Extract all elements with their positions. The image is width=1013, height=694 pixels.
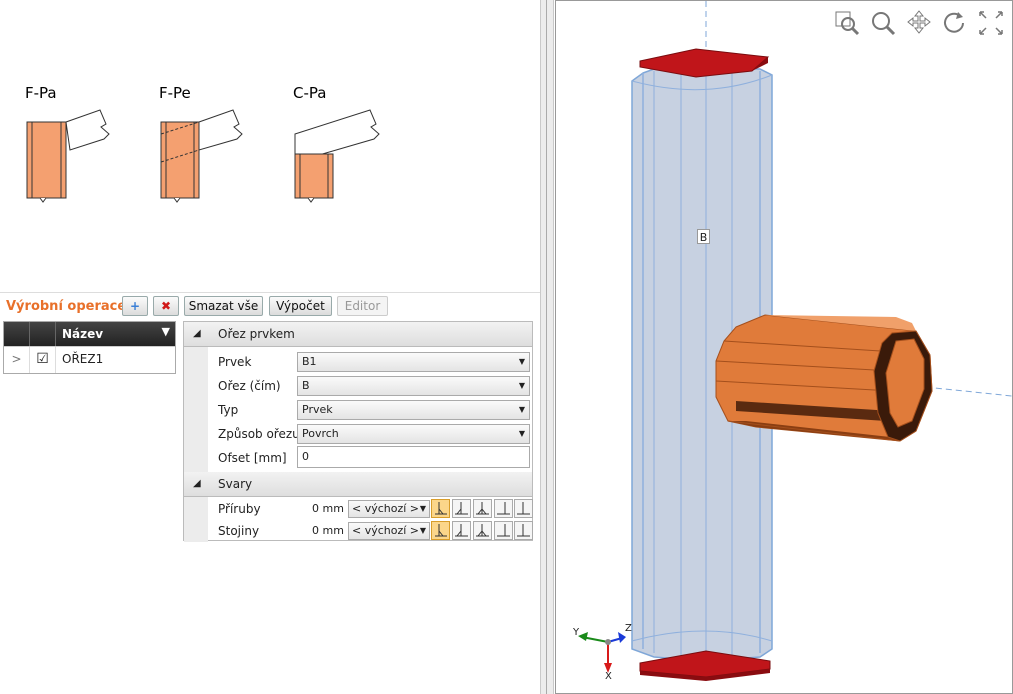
weld-plain-icon[interactable] xyxy=(514,521,533,540)
row-name[interactable]: OŘEZ1 xyxy=(56,347,175,373)
chevron-down-icon: ▼ xyxy=(518,405,525,414)
flange-weld-type-select[interactable]: < výchozí > ▼ xyxy=(348,500,430,518)
weld-double-fillet-icon[interactable] xyxy=(473,521,492,540)
weld-plain-icon[interactable] xyxy=(514,499,533,518)
weld-fillet-right-icon[interactable] xyxy=(452,499,471,518)
rotate-icon[interactable] xyxy=(941,9,969,37)
row-checkbox[interactable]: ☑ xyxy=(30,347,56,373)
collapse-icon[interactable]: ◢ xyxy=(193,478,201,489)
axis-label-y: Y xyxy=(573,627,580,638)
pan-icon[interactable] xyxy=(905,9,933,37)
weld-fillet-icon[interactable] xyxy=(431,499,450,518)
member-label: B xyxy=(697,229,710,244)
prop-label-cut-by: Ořez (čím) xyxy=(218,379,281,393)
beam-member[interactable] xyxy=(715,314,933,442)
chevron-down-icon: ▼ xyxy=(518,429,525,438)
axis-gizmo xyxy=(578,632,626,673)
grid-header: Název ▼ xyxy=(4,322,175,346)
axis-label-x: X xyxy=(605,671,612,682)
flange-weld-size[interactable]: 0 mm xyxy=(312,502,344,515)
prop-label-webs: Stojiny xyxy=(218,524,260,538)
cut-method-select[interactable]: Povrch ▼ xyxy=(297,424,530,444)
table-row[interactable]: > ☑ OŘEZ1 xyxy=(4,346,175,373)
column-header-name[interactable]: Název ▼ xyxy=(56,322,175,346)
remove-operation-button[interactable]: ✖ xyxy=(153,296,179,316)
zoom-extents-icon[interactable] xyxy=(977,9,1005,37)
web-weld-type-select[interactable]: < výchozí > ▼ xyxy=(348,522,430,540)
operations-grid: Název ▼ > ☑ OŘEZ1 xyxy=(3,321,176,374)
web-weld-size[interactable]: 0 mm xyxy=(312,524,344,537)
weld-butt-icon[interactable] xyxy=(494,521,513,540)
weld-fillet-icon[interactable] xyxy=(431,521,450,540)
zoom-window-icon[interactable] xyxy=(833,9,861,37)
3d-scene xyxy=(578,1,1012,681)
prop-label-member: Prvek xyxy=(218,355,252,369)
chevron-down-icon: ▼ xyxy=(518,357,525,366)
category-welds[interactable]: ◢ Svary xyxy=(184,472,532,497)
offset-input[interactable]: 0 xyxy=(297,446,530,468)
sketch-drawings xyxy=(26,109,380,203)
weld-butt-icon[interactable] xyxy=(494,499,513,518)
3d-viewport[interactable]: B Y Z X xyxy=(555,0,1013,694)
delete-all-button[interactable]: Smazat vše xyxy=(184,296,263,316)
cut-type-sketches: F-Pa F-Pe C-Pa xyxy=(0,0,540,293)
filter-icon[interactable]: ▼ xyxy=(162,325,170,338)
add-operation-button[interactable]: + xyxy=(122,296,148,316)
pane-splitter[interactable] xyxy=(540,0,554,694)
sketch-f-pa[interactable] xyxy=(26,109,110,203)
axis-label-z: Z xyxy=(625,623,632,634)
properties-panel: ◢ Ořez prvkem Prvek B1 ▼ Ořez (čím) B ▼ Ty… xyxy=(183,321,533,542)
prop-label-type: Typ xyxy=(218,403,239,417)
cut-by-select[interactable]: B ▼ xyxy=(297,376,530,396)
prop-label-offset: Ofset [mm] xyxy=(218,451,287,465)
chevron-down-icon: ▼ xyxy=(419,504,426,513)
chevron-down-icon: ▼ xyxy=(518,381,525,390)
chevron-down-icon: ▼ xyxy=(419,526,426,535)
type-select[interactable]: Prvek ▼ xyxy=(297,400,530,420)
row-expander-icon[interactable]: > xyxy=(4,347,30,373)
editor-button[interactable]: Editor xyxy=(337,296,388,316)
left-pane: F-Pa F-Pe C-Pa Výrobní operace + ✖ Smaza… xyxy=(0,0,541,694)
prop-label-cut-method: Způsob ořezu xyxy=(218,427,300,441)
prop-label-flanges: Příruby xyxy=(218,502,261,516)
sketch-f-pe[interactable] xyxy=(160,109,243,203)
zoom-icon[interactable] xyxy=(869,9,897,37)
weld-double-fillet-icon[interactable] xyxy=(473,499,492,518)
weld-fillet-right-icon[interactable] xyxy=(452,521,471,540)
sketch-c-pa[interactable] xyxy=(294,109,380,203)
category-cut[interactable]: ◢ Ořez prvkem xyxy=(184,322,532,347)
calculate-button[interactable]: Výpočet xyxy=(269,296,332,316)
operations-title: Výrobní operace xyxy=(6,299,127,314)
member-select[interactable]: B1 ▼ xyxy=(297,352,530,372)
collapse-icon[interactable]: ◢ xyxy=(193,328,201,339)
